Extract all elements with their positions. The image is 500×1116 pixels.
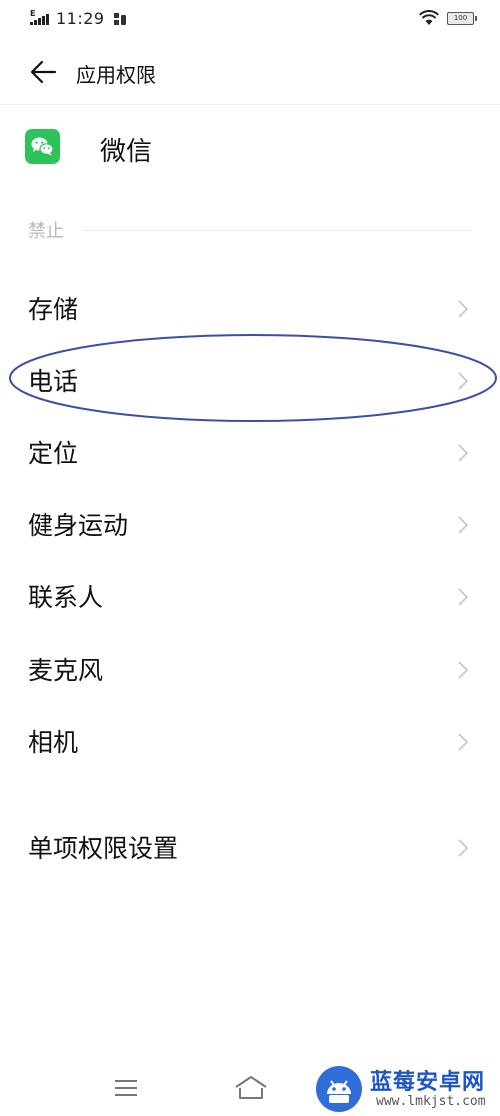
app-bar: 应用权限 (0, 40, 500, 105)
app-info-row: 微信 (0, 110, 500, 190)
home-icon[interactable] (232, 1074, 270, 1102)
section-divider (82, 229, 472, 231)
wifi-icon (419, 10, 439, 25)
cellular-signal-icon: E (30, 8, 52, 27)
chevron-right-icon (458, 661, 469, 679)
permission-label: 存储 (28, 295, 79, 324)
status-time: 11:29 (56, 9, 105, 28)
permission-item-storage[interactable]: 存储 (0, 278, 500, 338)
permission-label: 健身运动 (28, 511, 129, 540)
permission-item-location[interactable]: 定位 (0, 422, 500, 482)
battery-level: 100 (453, 13, 468, 22)
chevron-right-icon (458, 444, 469, 462)
android-logo-icon (316, 1066, 362, 1112)
permission-item-microphone[interactable]: 麦克风 (0, 639, 500, 699)
permission-label: 定位 (28, 439, 79, 468)
permission-label: 麦克风 (28, 656, 104, 685)
chevron-right-icon (458, 588, 469, 606)
chevron-right-icon (458, 733, 469, 751)
app-name: 微信 (100, 137, 153, 167)
section-header-denied: 禁止 (28, 218, 472, 242)
chevron-right-icon (458, 516, 469, 534)
status-bar: E 11:29 100 (0, 0, 500, 40)
permission-label: 电话 (28, 367, 79, 396)
permission-label: 联系人 (28, 583, 104, 612)
notification-icon (113, 12, 126, 25)
battery-icon: 100 (447, 11, 477, 25)
chevron-right-icon (458, 839, 469, 857)
menu-icon[interactable] (113, 1078, 139, 1098)
network-type: E (30, 8, 36, 18)
wechat-icon (25, 129, 60, 164)
permission-label: 相机 (28, 728, 79, 757)
chevron-right-icon (458, 372, 469, 390)
individual-permission-settings[interactable]: 单项权限设置 (0, 817, 500, 877)
site-watermark: 蓝莓安卓网 www.lmkjst.com (316, 1062, 500, 1116)
section-label: 禁止 (28, 221, 64, 242)
permission-item-phone[interactable]: 电话 (0, 350, 500, 410)
page-title: 应用权限 (76, 63, 156, 87)
watermark-title: 蓝莓安卓网 (370, 1070, 486, 1095)
chevron-right-icon (458, 300, 469, 318)
arrow-left-icon[interactable] (28, 58, 58, 86)
permission-item-fitness[interactable]: 健身运动 (0, 494, 500, 554)
individual-settings-label: 单项权限设置 (28, 834, 179, 863)
permission-item-camera[interactable]: 相机 (0, 711, 500, 771)
permission-item-contacts[interactable]: 联系人 (0, 566, 500, 626)
watermark-url: www.lmkjst.com (376, 1094, 486, 1109)
